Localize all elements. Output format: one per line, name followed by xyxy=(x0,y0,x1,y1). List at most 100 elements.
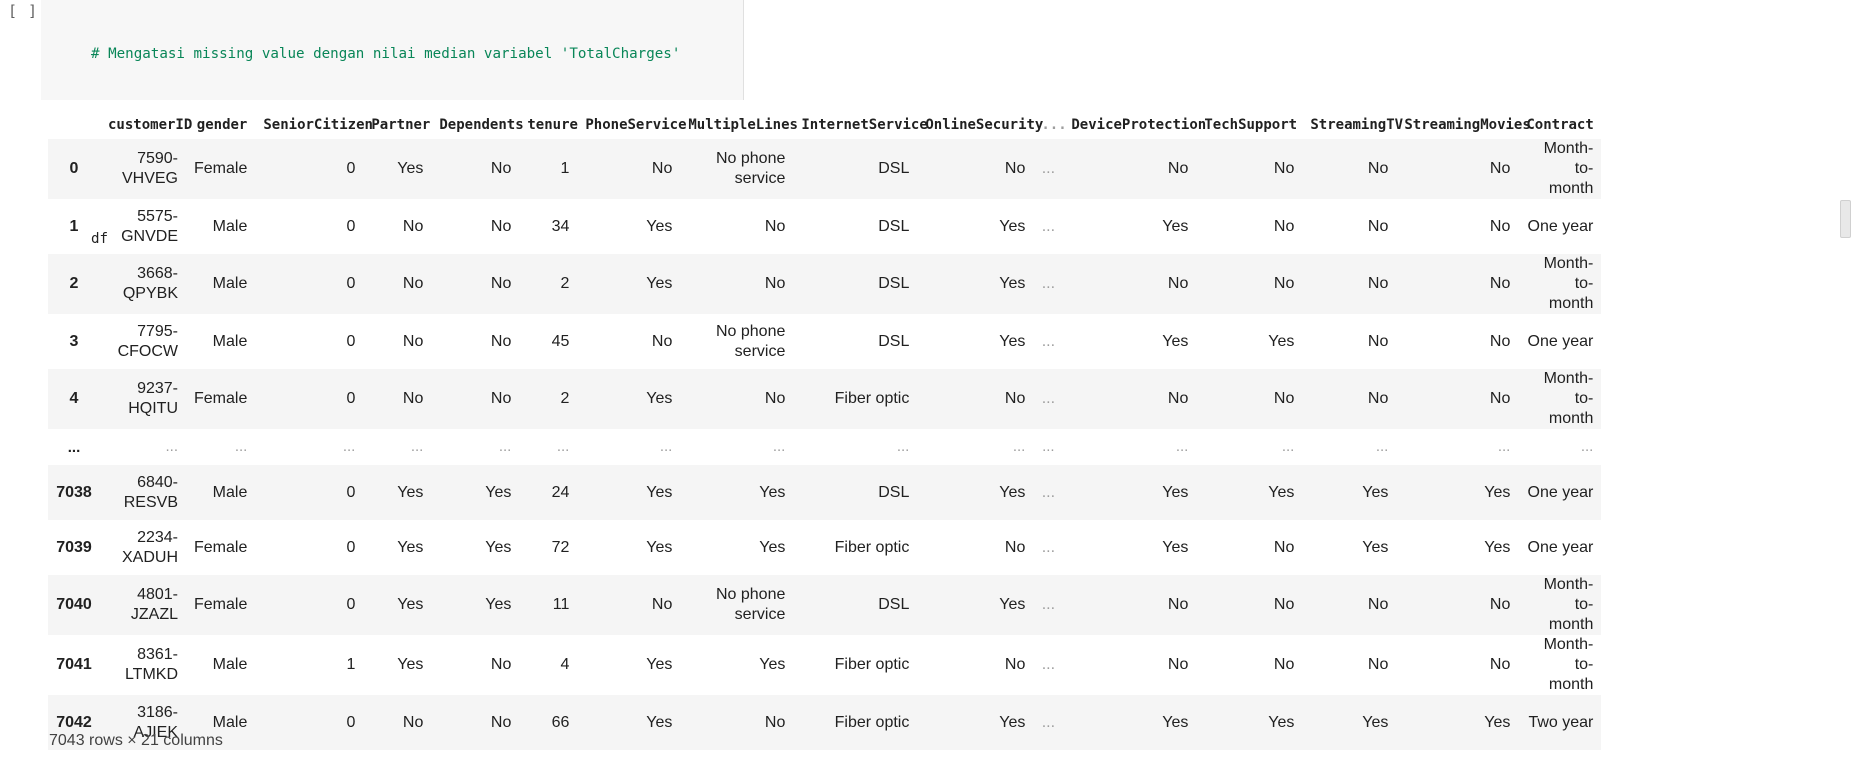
table-cell: Female xyxy=(194,596,248,613)
table-cell: No xyxy=(651,596,673,613)
table-row: 0 7590- VHVEG Female 0 Yes No 1 No No phone serv… xyxy=(48,139,1602,199)
table-cell: ... xyxy=(1041,332,1056,350)
table-cell: Female xyxy=(194,160,248,177)
table-cell: Yes xyxy=(397,656,424,673)
table-cell: Yes xyxy=(485,538,512,556)
table-cell: Yes xyxy=(759,538,786,556)
table-cell: Month-to- month xyxy=(1543,636,1594,693)
column-header: InternetService xyxy=(801,116,928,133)
table-cell: ... xyxy=(1041,713,1056,731)
table-cell: No xyxy=(1367,275,1389,292)
column-header: StreamingTV xyxy=(1310,116,1404,133)
table-cell: Yes xyxy=(646,483,673,501)
table-cell: ... xyxy=(772,438,786,455)
column-header: TechSupport xyxy=(1204,116,1298,133)
row-index: 0 xyxy=(69,160,79,177)
table-cell: Yes xyxy=(1484,713,1511,731)
table-cell: No xyxy=(1273,596,1295,613)
table-cell: Male xyxy=(212,275,248,292)
output-scrollbar[interactable] xyxy=(1838,200,1851,240)
row-index: 3 xyxy=(69,332,79,350)
table-cell: No xyxy=(402,275,424,292)
table-cell: No xyxy=(1004,390,1026,407)
table-cell: 2 xyxy=(560,275,570,292)
table-cell: No xyxy=(1273,275,1295,292)
table-cell: 0 xyxy=(346,596,356,613)
table-cell: Yes xyxy=(646,713,673,731)
column-header: PhoneService xyxy=(585,116,687,133)
table-cell: ... xyxy=(342,438,356,455)
table-cell: No xyxy=(1489,390,1511,407)
table-cell: Yes xyxy=(646,217,673,235)
table-row: ........................................… xyxy=(48,429,1601,465)
table-cell: Yes xyxy=(397,538,424,556)
table-cell: Yes xyxy=(999,275,1026,292)
table-cell: Yes xyxy=(646,538,673,556)
table-cell: Yes xyxy=(646,656,673,673)
table-cell: No phone service xyxy=(715,150,786,187)
column-header: tenure xyxy=(527,116,578,133)
table-cell: No xyxy=(490,217,512,235)
table-cell: ... xyxy=(1175,438,1189,455)
column-header xyxy=(48,110,100,139)
table-cell: 1 xyxy=(346,656,356,673)
scrollbar-thumb[interactable] xyxy=(1840,200,1851,238)
table-cell: Male xyxy=(212,217,248,235)
table-cell: No xyxy=(1367,332,1389,350)
table-cell: 0 xyxy=(346,538,356,556)
table-cell: One year xyxy=(1527,332,1594,350)
column-header: MultipleLines xyxy=(688,116,798,133)
row-index: 4 xyxy=(69,390,79,407)
table-row: 7040 4801- JZAZL Female 0 Yes Yes 11 No No phone… xyxy=(48,575,1602,635)
table-cell: Yes xyxy=(646,390,673,407)
table-cell: Yes xyxy=(1362,538,1389,556)
table-cell: Yes xyxy=(999,217,1026,235)
table-cell: Female xyxy=(194,538,248,556)
table-cell: ... xyxy=(1041,483,1056,501)
table-cell: No xyxy=(1489,332,1511,350)
table-cell: One year xyxy=(1527,217,1594,235)
table-cell: 7795- CFOCW xyxy=(117,322,178,360)
dataframe-output: customerID gender SeniorCitizen Partner Depe… xyxy=(48,110,1602,750)
table-cell: No xyxy=(1367,390,1389,407)
table-cell: Month-to- month xyxy=(1543,140,1594,197)
table-cell: Fiber optic xyxy=(834,390,910,407)
table-cell: No xyxy=(490,713,512,731)
table-row: 2 3668- QPYBK Male 0 No No 2 Yes No DSL Yes... No No… xyxy=(48,254,1602,314)
row-column-count: 7043 rows × 21 columns xyxy=(49,732,223,749)
table-cell: 6840- RESVB xyxy=(123,473,178,511)
table-cell: No xyxy=(1167,656,1189,673)
table-cell: Yes xyxy=(1268,713,1295,731)
table-cell: No xyxy=(1273,390,1295,407)
table-cell: 0 xyxy=(346,483,356,501)
table-cell: 5575- GNVDE xyxy=(121,207,178,245)
table-row: 1 5575- GNVDE Male 0 No No 34 Yes No DSL Yes... Yes… xyxy=(48,199,1601,254)
table-cell: 24 xyxy=(551,483,570,501)
table-row: 7042 3186-AJIEK Male 0 No No 66 Yes No Fiber opti… xyxy=(48,695,1602,750)
table-cell: 0 xyxy=(346,275,356,292)
table-cell: 0 xyxy=(346,713,356,731)
table-cell: Female xyxy=(194,390,248,407)
table-cell: No xyxy=(490,656,512,673)
table-cell: 0 xyxy=(346,332,356,350)
table-cell: No xyxy=(490,160,512,177)
table-cell: ... xyxy=(1281,438,1295,455)
table-cell: DSL xyxy=(878,275,910,292)
row-index: 7041 xyxy=(56,656,92,673)
row-index: 7040 xyxy=(56,596,92,613)
code-cell[interactable]: [ ] # Mengatasi missing value dengan nil… xyxy=(0,0,1851,247)
table-cell: ... xyxy=(556,438,570,455)
column-header: DeviceProtection xyxy=(1071,116,1207,133)
table-cell: Yes xyxy=(1162,483,1189,501)
table-cell: Yes xyxy=(1362,713,1389,731)
column-header: OnlineSecurity xyxy=(925,116,1044,133)
table-cell: No xyxy=(1004,160,1026,177)
table-cell: ... xyxy=(896,438,910,455)
table-cell: Month-to- month xyxy=(1543,370,1594,427)
table-cell: Yes xyxy=(1484,538,1511,556)
code-editor[interactable]: # Mengatasi missing value dengan nilai m… xyxy=(41,0,744,247)
table-row: 3 7795- CFOCW Male 0 No No 45 No No phone servic… xyxy=(48,314,1601,369)
table-cell: No xyxy=(1367,596,1389,613)
table-cell: Male xyxy=(212,483,248,501)
table-cell: 8361- LTMKD xyxy=(124,646,178,683)
